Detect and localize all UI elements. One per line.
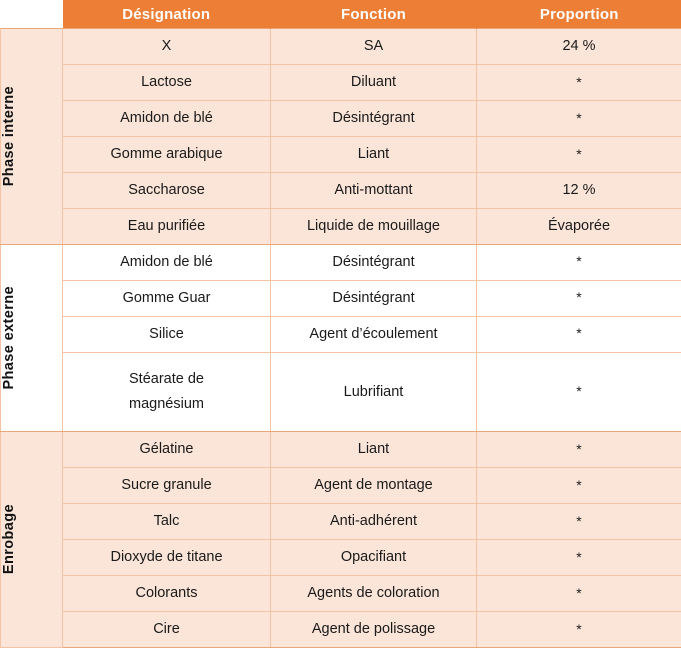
table-row: Cire Agent de polissage * xyxy=(1,611,681,648)
section-label-cell: Phase externe xyxy=(0,243,63,433)
cell-proportion: 24 % xyxy=(476,28,681,65)
table-row: Eau purifiée Liquide de mouillage Évaporée xyxy=(1,207,681,245)
cell-designation: Gélatine xyxy=(62,431,271,469)
cell-designation: Amidon de blé xyxy=(62,99,271,137)
cell-designation: Saccharose xyxy=(62,171,271,209)
cell-proportion: * xyxy=(476,431,681,469)
table-row: Saccharose Anti-mottant 12 % xyxy=(1,171,681,209)
cell-fonction: SA xyxy=(270,28,477,65)
cell-proportion: * xyxy=(476,280,681,317)
table-row: Gomme Guar Désintégrant * xyxy=(1,280,681,317)
table-row: Silice Agent d’écoulement * xyxy=(1,316,681,353)
table-row: Dioxyde de titane Opacifiant * xyxy=(1,539,681,576)
cell-fonction: Agent d’écoulement xyxy=(270,316,477,353)
table-row: Talc Anti-adhérent * xyxy=(1,503,681,540)
cell-proportion: * xyxy=(476,575,681,612)
cell-designation: Gomme Guar xyxy=(62,280,271,317)
cell-fonction: Agent de polissage xyxy=(270,611,477,648)
cell-fonction: Diluant xyxy=(270,63,477,101)
cell-proportion: Évaporée xyxy=(476,207,681,245)
cell-fonction: Lubrifiant xyxy=(270,352,477,433)
cell-proportion: * xyxy=(476,135,681,173)
cell-fonction: Opacifiant xyxy=(270,539,477,576)
cell-proportion: 12 % xyxy=(476,171,681,209)
table-row: Stéarate de magnésium Lubrifiant * xyxy=(1,352,681,433)
cell-designation: Sucre granule xyxy=(62,467,271,504)
table-row: Phase externe Amidon de blé Désintégrant * xyxy=(0,243,681,433)
cell-proportion: * xyxy=(476,611,681,648)
cell-designation: Talc xyxy=(62,503,271,540)
cell-designation: X xyxy=(62,28,271,65)
cell-fonction: Anti-mottant xyxy=(270,171,477,209)
cell-designation: Colorants xyxy=(62,575,271,612)
cell-proportion: * xyxy=(476,244,681,281)
cell-fonction: Liant xyxy=(270,135,477,173)
cell-proportion: * xyxy=(476,539,681,576)
cell-designation: Gomme arabique xyxy=(62,135,271,173)
cell-proportion: * xyxy=(476,467,681,504)
cell-designation: Cire xyxy=(62,611,271,648)
table-row: Lactose Diluant * xyxy=(1,63,681,101)
cell-fonction: Liant xyxy=(270,431,477,469)
section-label-cell: Enrobage xyxy=(0,431,63,648)
table-row: Phase interne X SA 24 % xyxy=(0,28,681,245)
cell-proportion: * xyxy=(476,503,681,540)
cell-fonction: Agent de montage xyxy=(270,467,477,504)
cell-proportion: * xyxy=(476,316,681,353)
cell-fonction: Anti-adhérent xyxy=(270,503,477,540)
column-header-proportion: Proportion xyxy=(476,0,681,29)
cell-designation: Stéarate de magnésium xyxy=(62,352,271,433)
formulation-table: Désignation Fonction Proportion Phase in… xyxy=(0,0,681,648)
table-row: Colorants Agents de coloration * xyxy=(1,575,681,612)
cell-fonction: Désintégrant xyxy=(270,244,477,281)
column-header-fonction: Fonction xyxy=(270,0,477,29)
cell-fonction: Désintégrant xyxy=(270,99,477,137)
cell-fonction: Liquide de mouillage xyxy=(270,207,477,245)
section-label-text: Phase externe xyxy=(1,286,17,390)
cell-designation: Dioxyde de titane xyxy=(62,539,271,576)
cell-proportion: * xyxy=(476,63,681,101)
cell-designation: Eau purifiée xyxy=(62,207,271,245)
cell-fonction: Agents de coloration xyxy=(270,575,477,612)
table-row: Sucre granule Agent de montage * xyxy=(1,467,681,504)
table-body: Phase interne X SA 24 % Lactose Diluant * Amido… xyxy=(0,28,681,648)
cell-designation: Amidon de blé xyxy=(62,244,271,281)
header-row: Désignation Fonction Proportion xyxy=(0,0,681,29)
cell-proportion: * xyxy=(476,352,681,433)
section-label-text: Phase interne xyxy=(1,86,17,187)
section-label-text: Enrobage xyxy=(1,504,17,575)
cell-designation: Silice xyxy=(62,316,271,353)
section-label-cell: Phase interne xyxy=(0,28,63,245)
table-corner-cell xyxy=(0,0,63,29)
cell-fonction: Désintégrant xyxy=(270,280,477,317)
column-header-designation: Désignation xyxy=(62,0,271,29)
table-row: Enrobage Gélatine Liant * xyxy=(0,431,681,648)
table-header: Désignation Fonction Proportion xyxy=(0,0,681,29)
table-row: Gomme arabique Liant * xyxy=(1,135,681,173)
cell-proportion: * xyxy=(476,99,681,137)
cell-designation: Lactose xyxy=(62,63,271,101)
table-row: Amidon de blé Désintégrant * xyxy=(1,99,681,137)
